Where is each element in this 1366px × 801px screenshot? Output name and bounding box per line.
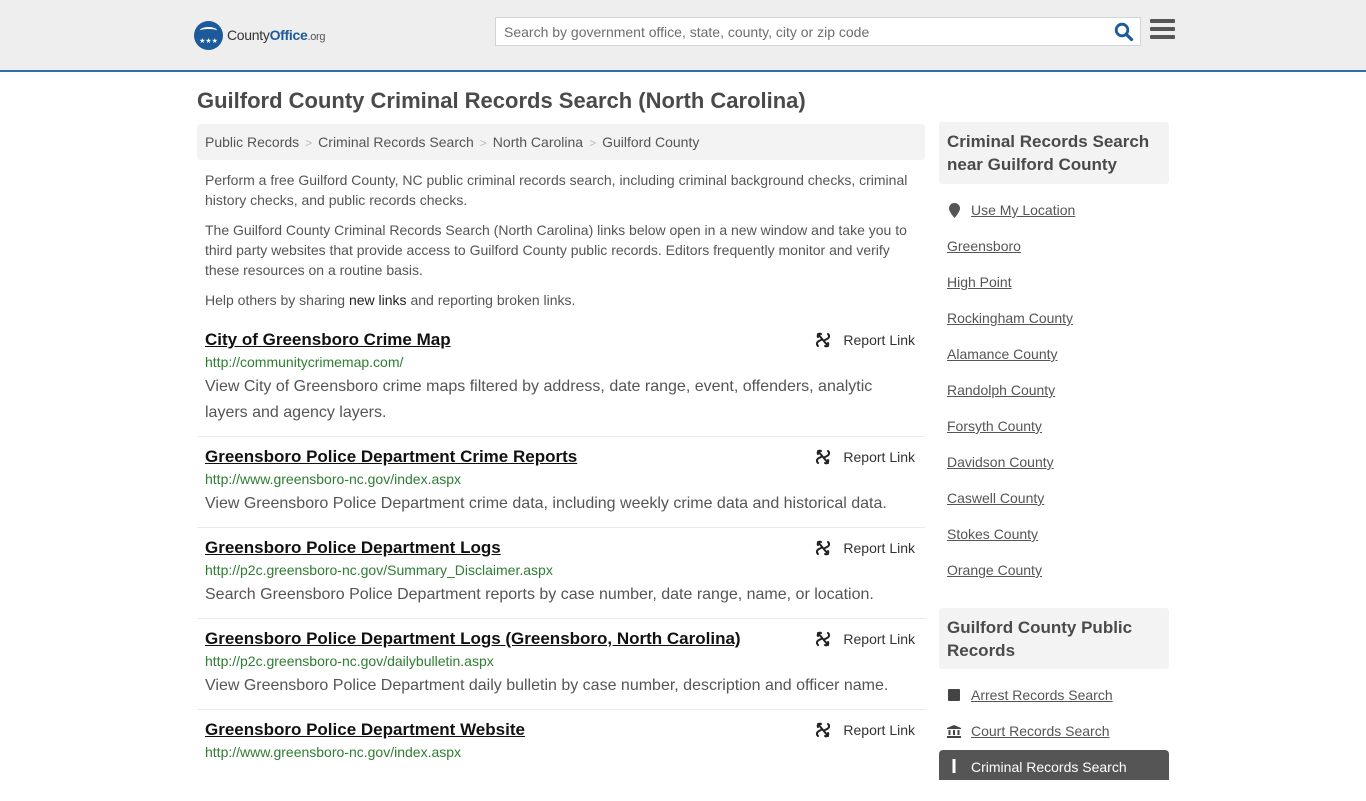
nearby-link-orange-county[interactable]: Orange County: [947, 562, 1042, 578]
report-link-button[interactable]: Report Link: [815, 449, 915, 465]
broken-link-icon: [816, 332, 831, 348]
listing-description: View Greensboro Police Department crime …: [205, 495, 887, 512]
intro-paragraph-3: Help others by sharing new links and rep…: [205, 292, 576, 308]
nearby-link-forsyth-county[interactable]: Forsyth County: [947, 418, 1042, 434]
report-link-button[interactable]: Report Link: [815, 722, 915, 738]
use-my-location-link[interactable]: Use My Location: [947, 202, 1075, 218]
eagle-logo-icon: ★★★: [194, 20, 223, 50]
hamburger-menu-icon[interactable]: [1150, 19, 1175, 41]
breadcrumb-separator: >: [589, 136, 597, 150]
logo-text: CountyOffice.org: [227, 27, 326, 43]
intro-paragraph-1: Perform a free Guilford County, NC publi…: [205, 172, 908, 208]
listing-description: View Greensboro Police Department daily …: [205, 677, 889, 694]
broken-link-icon: [816, 449, 831, 465]
search-button[interactable]: [1114, 22, 1134, 42]
new-links-link[interactable]: new links: [349, 292, 407, 308]
listing-item: Greensboro Police Department Logs Report…: [197, 538, 925, 619]
logo-link[interactable]: ★★★ CountyOffice.org: [194, 20, 326, 50]
breadcrumb-separator: >: [479, 136, 487, 150]
nearby-link-randolph-county[interactable]: Randolph County: [947, 382, 1055, 398]
nearby-link-davidson-county[interactable]: Davidson County: [947, 454, 1054, 470]
broken-link-icon: [816, 631, 831, 647]
listing-item: Greensboro Police Department Website Rep…: [197, 720, 925, 801]
listing-url[interactable]: http://www.greensboro-nc.gov/index.aspx: [205, 471, 461, 487]
listing-title-link[interactable]: Greensboro Police Department Crime Repor…: [205, 447, 577, 467]
listing-url[interactable]: http://p2c.greensboro-nc.gov/dailybullet…: [205, 653, 494, 669]
listing-url[interactable]: http://p2c.greensboro-nc.gov/Summary_Dis…: [205, 562, 553, 578]
nearby-link-high-point[interactable]: High Point: [947, 274, 1012, 290]
arrest-records-search-link[interactable]: Arrest Records Search: [947, 687, 1113, 703]
nearby-link-alamance-county[interactable]: Alamance County: [947, 346, 1058, 362]
exclamation-icon: [952, 759, 956, 773]
courthouse-icon: [947, 724, 961, 738]
nearby-heading: Criminal Records Search near Guilford Co…: [939, 122, 1169, 184]
listing-item: City of Greensboro Crime Map Report Link…: [197, 330, 925, 437]
report-link-button[interactable]: Report Link: [815, 631, 915, 647]
listing-description: View City of Greensboro crime maps filte…: [205, 378, 873, 421]
search-icon: [1114, 22, 1134, 42]
listing-url[interactable]: http://www.greensboro-nc.gov/index.aspx: [205, 744, 461, 760]
search-input[interactable]: [496, 18, 1096, 45]
search-bar: [495, 17, 1141, 46]
breadcrumb-criminal-records-search[interactable]: Criminal Records Search: [318, 134, 474, 150]
listing-title-link[interactable]: Greensboro Police Department Logs: [205, 538, 501, 558]
breadcrumb-separator: >: [305, 136, 313, 150]
breadcrumb: Public Records > Criminal Records Search > N…: [197, 124, 925, 160]
listing-title-link[interactable]: Greensboro Police Department Website: [205, 720, 525, 740]
site-header: ★★★ CountyOffice.org: [0, 0, 1366, 72]
nearby-link-stokes-county[interactable]: Stokes County: [947, 526, 1038, 542]
public-records-heading: Guilford County Public Records: [939, 608, 1169, 669]
breadcrumb-public-records[interactable]: Public Records: [205, 134, 299, 150]
breadcrumb-north-carolina[interactable]: North Carolina: [493, 134, 583, 150]
nearby-link-rockingham-county[interactable]: Rockingham County: [947, 310, 1073, 326]
nearby-link-caswell-county[interactable]: Caswell County: [947, 490, 1044, 506]
report-link-button[interactable]: Report Link: [815, 332, 915, 348]
intro-text: Perform a free Guilford County, NC publi…: [205, 170, 920, 320]
listing-title-link[interactable]: City of Greensboro Crime Map: [205, 330, 451, 350]
broken-link-icon: [816, 722, 831, 738]
listing-item: Greensboro Police Department Logs (Green…: [197, 629, 925, 710]
criminal-records-search-link-active[interactable]: Criminal Records Search: [939, 750, 1169, 780]
broken-link-icon: [816, 540, 831, 556]
report-link-button[interactable]: Report Link: [815, 540, 915, 556]
intro-paragraph-2: The Guilford County Criminal Records Sea…: [205, 222, 907, 278]
listing-title-link[interactable]: Greensboro Police Department Logs (Green…: [205, 629, 741, 649]
listing-description: Search Greensboro Police Department repo…: [205, 586, 874, 603]
nearby-link-greensboro[interactable]: Greensboro: [947, 238, 1021, 254]
square-icon: [948, 689, 960, 701]
breadcrumb-guilford-county[interactable]: Guilford County: [602, 134, 699, 150]
listing-url[interactable]: http://communitycrimemap.com/: [205, 354, 403, 370]
map-marker-icon: [948, 202, 960, 218]
listing-item: Greensboro Police Department Crime Repor…: [197, 447, 925, 528]
court-records-search-link[interactable]: Court Records Search: [947, 723, 1110, 739]
page-title: Guilford County Criminal Records Search …: [197, 88, 806, 113]
